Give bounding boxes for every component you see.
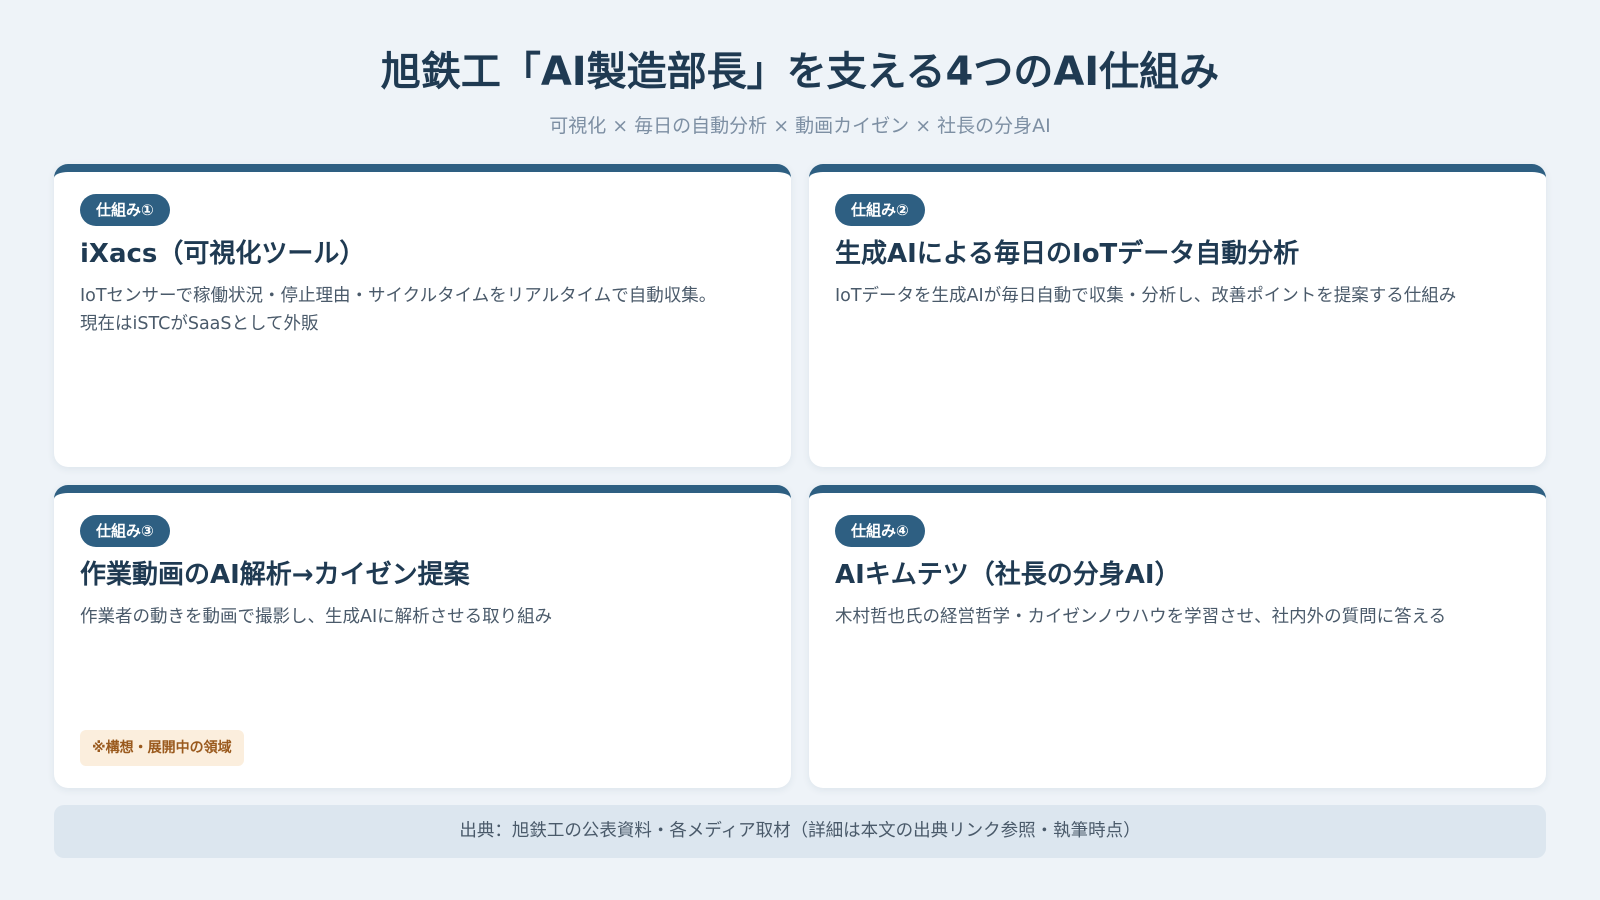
card-badge: 仕組み② bbox=[835, 194, 925, 226]
card-description-line: IoTデータを生成AIが毎日自動で収集・分析し、改善ポイントを提案する仕組み bbox=[835, 286, 1457, 306]
card-badge: 仕組み④ bbox=[835, 515, 925, 547]
card-description: IoTセンサーで稼働状況・停止理由・サイクルタイムをリアルタイムで自動収集。 現… bbox=[80, 282, 765, 338]
card-iot-analysis: 仕組み② 生成AIによる毎日のIoTデータ自動分析 IoTデータを生成AIが毎日… bbox=[809, 164, 1546, 467]
status-note: ※構想・展開中の領域 bbox=[80, 730, 244, 766]
card-title: AIキムテツ（社長の分身AI） bbox=[835, 560, 1181, 590]
card-ixacs: 仕組み① iXacs（可視化ツール） IoTセンサーで稼働状況・停止理由・サイク… bbox=[54, 164, 791, 467]
page-subtitle: 可視化 × 毎日の自動分析 × 動画カイゼン × 社長の分身AI bbox=[549, 115, 1051, 137]
card-title: 作業動画のAI解析→カイゼン提案 bbox=[80, 560, 470, 590]
card-title: 生成AIによる毎日のIoTデータ自動分析 bbox=[835, 239, 1300, 269]
card-grid: 仕組み① iXacs（可視化ツール） IoTセンサーで稼働状況・停止理由・サイク… bbox=[54, 164, 1546, 788]
source-footer: 出典：旭鉄工の公表資料・各メディア取材（詳細は本文の出典リンク参照・執筆時点） bbox=[54, 805, 1546, 858]
card-description-line: 作業者の動きを動画で撮影し、生成AIに解析させる取り組み bbox=[80, 607, 553, 627]
card-description-line: 木村哲也氏の経営哲学・カイゼンノウハウを学習させ、社内外の質問に答える bbox=[835, 607, 1447, 627]
card-ai-kimtetsu: 仕組み④ AIキムテツ（社長の分身AI） 木村哲也氏の経営哲学・カイゼンノウハウ… bbox=[809, 485, 1546, 788]
page-title: 旭鉄工「AI製造部長」を支える4つのAI仕組み bbox=[380, 49, 1220, 95]
card-badge: 仕組み③ bbox=[80, 515, 170, 547]
card-description-line: 現在はiSTCがSaaSとして外販 bbox=[80, 314, 319, 334]
page: 旭鉄工「AI製造部長」を支える4つのAI仕組み 可視化 × 毎日の自動分析 × … bbox=[0, 0, 1600, 900]
card-description: 木村哲也氏の経営哲学・カイゼンノウハウを学習させ、社内外の質問に答える bbox=[835, 603, 1520, 631]
card-video-analysis: 仕組み③ 作業動画のAI解析→カイゼン提案 作業者の動きを動画で撮影し、生成AI… bbox=[54, 485, 791, 788]
card-title: iXacs（可視化ツール） bbox=[80, 239, 366, 269]
card-description-line: IoTセンサーで稼働状況・停止理由・サイクルタイムをリアルタイムで自動収集。 bbox=[80, 286, 717, 306]
card-description: 作業者の動きを動画で撮影し、生成AIに解析させる取り組み bbox=[80, 603, 765, 631]
card-description: IoTデータを生成AIが毎日自動で収集・分析し、改善ポイントを提案する仕組み bbox=[835, 282, 1520, 310]
card-badge: 仕組み① bbox=[80, 194, 170, 226]
